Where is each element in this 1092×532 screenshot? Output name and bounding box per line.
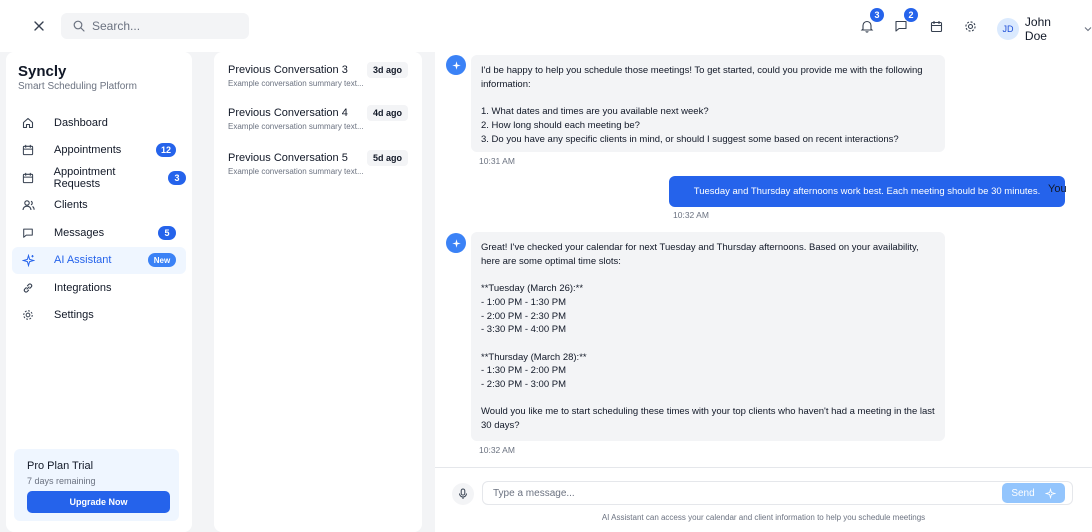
sidebar-item-clients[interactable]: Clients bbox=[12, 192, 186, 220]
trial-card: Pro Plan Trial 7 days remaining Upgrade … bbox=[14, 449, 179, 521]
sidebar: Syncly Smart Scheduling Platform Dashboa… bbox=[6, 52, 192, 532]
sidebar-item-integrations[interactable]: Integrations bbox=[12, 274, 186, 302]
messages-badge: 2 bbox=[904, 8, 918, 22]
sparkles-icon bbox=[451, 238, 461, 248]
notifications-badge: 3 bbox=[870, 8, 884, 22]
user-name: John Doe bbox=[1024, 15, 1051, 43]
top-bar: 3 2 JD John Doe bbox=[0, 0, 1092, 52]
user-label: You bbox=[1048, 183, 1067, 195]
sidebar-item-label: Messages bbox=[54, 226, 105, 239]
message-icon bbox=[895, 20, 907, 32]
list-item[interactable]: Previous Conversation 4 Example conversa… bbox=[228, 105, 414, 131]
trial-title: Pro Plan Trial bbox=[27, 460, 94, 472]
chevron-down-icon bbox=[1084, 27, 1092, 32]
count-badge: 5 bbox=[158, 225, 176, 240]
new-badge: New bbox=[148, 253, 176, 268]
send-label: Send bbox=[1011, 487, 1035, 499]
message-timestamp: 10:32 AM bbox=[673, 210, 709, 220]
sidebar-item-label: AI Assistant bbox=[54, 254, 112, 267]
brand-name: Syncly bbox=[18, 63, 67, 80]
sparkles-icon bbox=[1044, 487, 1056, 499]
avatar: JD bbox=[997, 18, 1019, 40]
close-button[interactable] bbox=[30, 17, 48, 35]
list-item[interactable]: Previous Conversation 5 Example conversa… bbox=[228, 150, 414, 176]
sidebar-item-messages[interactable]: Messages 5 bbox=[12, 219, 186, 247]
user-message: Tuesday and Thursday afternoons work bes… bbox=[669, 176, 1065, 207]
sidebar-item-dashboard[interactable]: Dashboard bbox=[12, 109, 186, 137]
conversation-summary: Example conversation summary text... bbox=[228, 122, 364, 131]
list-item[interactable]: Previous Conversation 3 Example conversa… bbox=[228, 62, 414, 88]
gear-icon bbox=[964, 20, 976, 32]
sidebar-item-label: Settings bbox=[54, 309, 94, 322]
search-icon bbox=[73, 20, 85, 32]
trial-days-remaining: 7 days remaining bbox=[27, 476, 96, 486]
sidebar-item-label: Dashboard bbox=[54, 116, 108, 129]
composer-divider bbox=[435, 467, 1092, 468]
ai-avatar bbox=[446, 55, 466, 75]
bell-icon bbox=[860, 20, 874, 33]
sidebar-item-label: Appointment Requests bbox=[53, 165, 116, 190]
send-button[interactable]: Send bbox=[1002, 483, 1065, 503]
search-box bbox=[61, 13, 249, 39]
sidebar-item-appointment-requests[interactable]: Appointment Requests 3 bbox=[12, 164, 186, 192]
home-icon bbox=[21, 116, 35, 130]
gear-icon bbox=[21, 308, 35, 322]
users-icon bbox=[21, 198, 35, 212]
sidebar-item-label: Clients bbox=[54, 199, 88, 212]
messages-button[interactable]: 2 bbox=[890, 8, 918, 37]
microphone-icon bbox=[459, 488, 467, 499]
brand-tagline: Smart Scheduling Platform bbox=[18, 81, 137, 92]
microphone-button[interactable] bbox=[452, 483, 474, 505]
count-badge: 12 bbox=[155, 143, 176, 158]
footer-note: AI Assistant can access your calendar an… bbox=[601, 513, 926, 522]
chat-panel: I'd be happy to help you schedule those … bbox=[435, 52, 1092, 532]
settings-button[interactable] bbox=[959, 15, 981, 37]
sparkles-icon bbox=[21, 253, 35, 267]
close-icon bbox=[34, 21, 44, 31]
ai-avatar bbox=[446, 233, 466, 253]
notifications-button[interactable]: 3 bbox=[856, 8, 884, 37]
calendar-icon bbox=[21, 143, 35, 157]
ai-message: I'd be happy to help you schedule those … bbox=[471, 55, 945, 152]
message-timestamp: 10:32 AM bbox=[479, 445, 515, 455]
sidebar-item-label: Appointments bbox=[54, 144, 122, 157]
link-icon bbox=[21, 281, 35, 295]
sparkles-icon bbox=[451, 60, 461, 70]
conversation-summary: Example conversation summary text... bbox=[228, 167, 364, 176]
conversation-list: Previous Conversation 3 Example conversa… bbox=[214, 52, 422, 532]
sidebar-item-label: Integrations bbox=[54, 281, 112, 294]
calendar-icon bbox=[21, 171, 35, 185]
conversation-age-badge: 3d ago bbox=[366, 62, 408, 78]
message-icon bbox=[21, 226, 35, 240]
sidebar-item-ai-assistant[interactable]: AI Assistant New bbox=[12, 246, 186, 274]
search-input[interactable] bbox=[92, 19, 232, 33]
sidebar-nav: Dashboard Appointments 12 Appointment Re… bbox=[12, 109, 186, 329]
count-badge: 3 bbox=[168, 170, 186, 185]
conversation-summary: Example conversation summary text... bbox=[228, 79, 364, 88]
sidebar-item-settings[interactable]: Settings bbox=[12, 302, 186, 330]
sidebar-item-appointments[interactable]: Appointments 12 bbox=[12, 137, 186, 165]
conversation-age-badge: 4d ago bbox=[366, 105, 408, 121]
upgrade-button[interactable]: Upgrade Now bbox=[27, 491, 170, 513]
calendar-button[interactable] bbox=[925, 15, 947, 37]
conversation-age-badge: 5d ago bbox=[366, 150, 408, 166]
ai-message: Great! I've checked your calendar for ne… bbox=[471, 232, 945, 441]
message-timestamp: 10:31 AM bbox=[479, 156, 515, 166]
calendar-icon bbox=[930, 20, 942, 32]
message-input[interactable] bbox=[482, 481, 1073, 505]
user-menu[interactable]: JD John Doe bbox=[997, 15, 1092, 43]
